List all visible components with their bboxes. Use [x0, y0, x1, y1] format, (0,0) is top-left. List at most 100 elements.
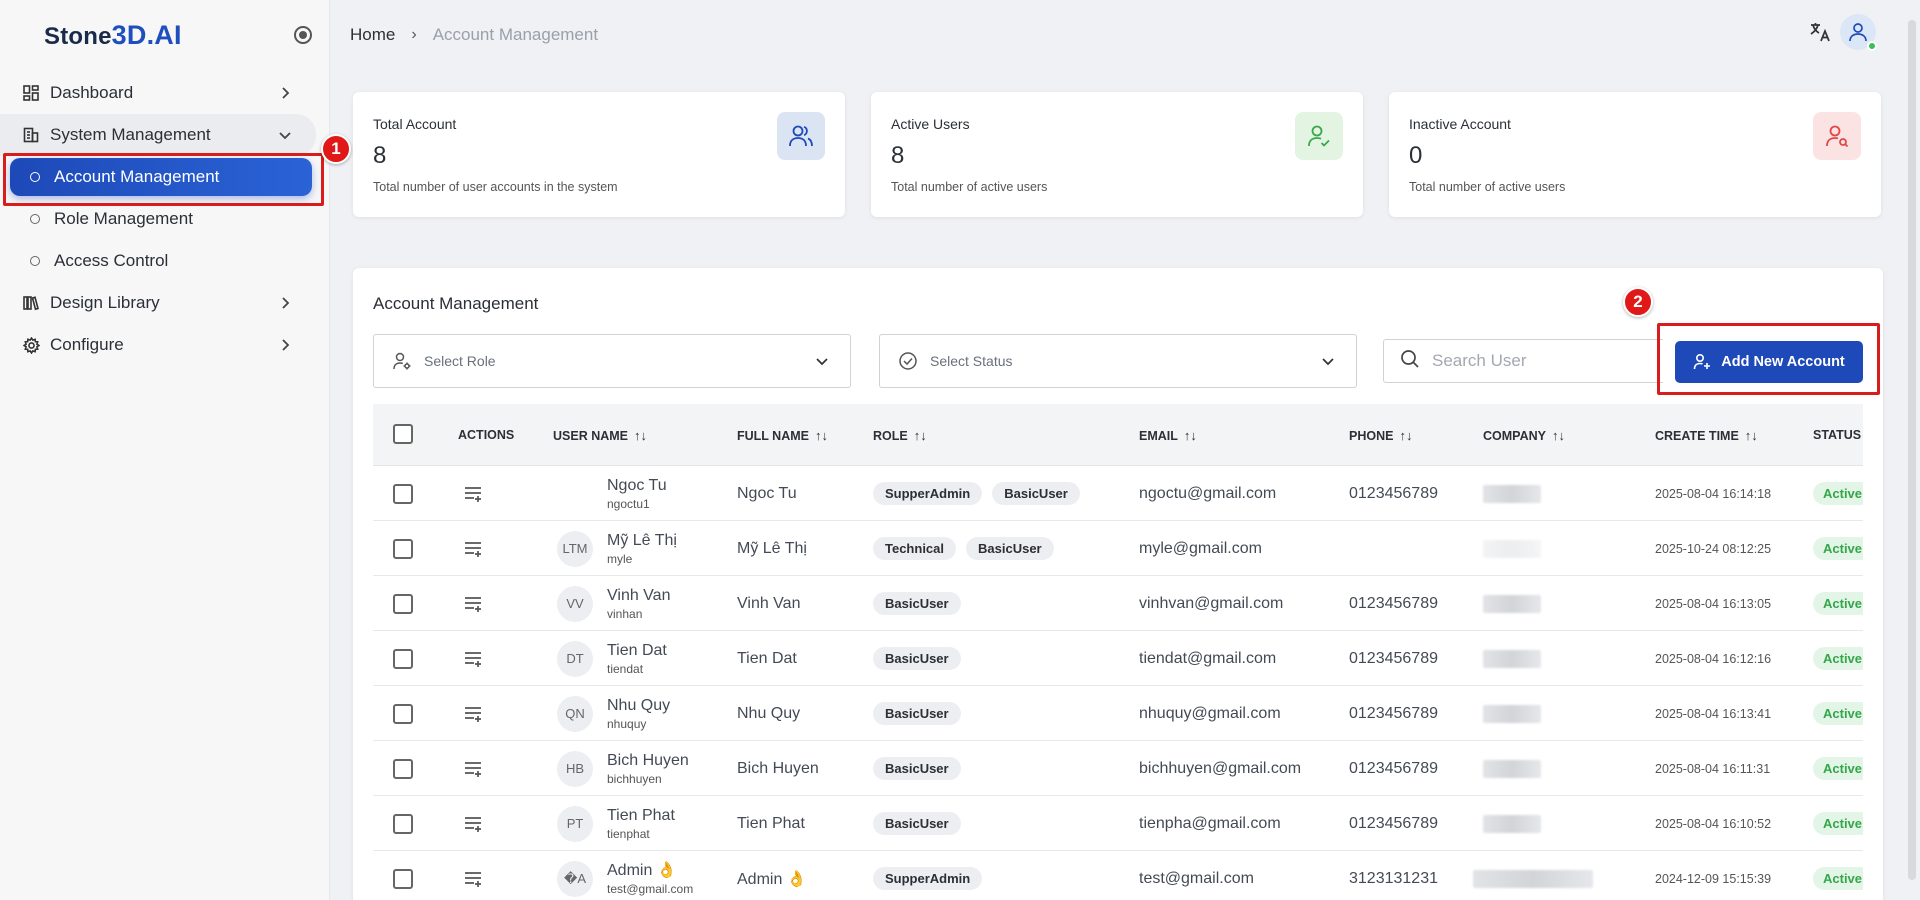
username: Vinh Van [607, 586, 671, 604]
user-avatar[interactable] [1840, 14, 1877, 51]
sidebar-item-design-library[interactable]: Design Library [0, 282, 330, 324]
avatar: �A [557, 851, 593, 900]
step-badge-2: 2 [1623, 287, 1653, 317]
sidebar-item-label: Configure [50, 335, 124, 354]
fullname: Mỹ Lê Thị [737, 539, 807, 557]
sidebar-item-role-management[interactable]: Role Management [0, 198, 330, 240]
sort-icon: ↑↓ [634, 428, 648, 443]
table-row[interactable]: LTM Mỹ Lê Thị myle Mỹ Lê Thị Technical Bas… [373, 521, 1863, 576]
phone: 0123456789 [1349, 594, 1438, 612]
sidebar-item-configure[interactable]: Configure [0, 324, 330, 366]
row-actions-icon[interactable] [463, 851, 485, 900]
table-row[interactable]: PT Tien Phat tienphat Tien Phat BasicUser… [373, 796, 1863, 851]
username: Ngoc Tu [607, 476, 667, 494]
page-scrollbar[interactable] [1908, 20, 1916, 880]
stat-title: Inactive Account [1409, 116, 1511, 132]
stat-description: Total number of active users [1409, 180, 1566, 194]
column-header-email[interactable]: EMAIL ↑↓ [1139, 428, 1197, 443]
create-time: 2025-08-04 16:13:41 [1655, 706, 1772, 721]
row-checkbox[interactable] [393, 813, 413, 834]
stat-description: Total number of active users [891, 180, 1048, 194]
company-redacted [1483, 484, 1541, 503]
email: vinhvan@gmail.com [1139, 594, 1284, 612]
email: tienpha@gmail.com [1139, 814, 1281, 832]
company-redacted [1483, 759, 1541, 778]
email: ngoctu@gmail.com [1139, 484, 1277, 502]
table-row[interactable]: QN Nhu Quy nhuquy Nhu Quy BasicUser nhuqu… [373, 686, 1863, 741]
sidebar-item-label: Account Management [54, 167, 220, 186]
search-input[interactable] [1432, 351, 1632, 371]
email: tiendat@gmail.com [1139, 649, 1277, 667]
column-header-username[interactable]: USER NAME ↑↓ [553, 428, 647, 443]
translate-icon[interactable] [1808, 20, 1834, 46]
table-row[interactable]: Ngoc Tu ngoctu1 Ngoc Tu SupperAdmin BasicU… [373, 466, 1863, 521]
phone: 3123131231 [1349, 869, 1438, 887]
column-header-role[interactable]: ROLE ↑↓ [873, 428, 927, 443]
row-actions-icon[interactable] [463, 741, 485, 796]
bullet-icon [30, 256, 40, 266]
username: Tien Dat [607, 641, 667, 659]
chevron-right-icon [276, 294, 294, 312]
search-box [1383, 339, 1663, 383]
select-all-checkbox[interactable] [393, 424, 413, 444]
stat-value: 8 [373, 142, 387, 169]
role-tag: BasicUser [873, 702, 961, 725]
row-checkbox[interactable] [393, 483, 413, 504]
add-new-account-button[interactable]: Add New Account [1675, 341, 1863, 383]
row-actions-icon[interactable] [463, 576, 485, 631]
column-header-company[interactable]: COMPANY ↑↓ [1483, 428, 1565, 443]
row-checkbox[interactable] [393, 703, 413, 724]
user-login: test@gmail.com [607, 881, 694, 896]
avatar: HB [557, 741, 593, 796]
sidebar-item-system-management[interactable]: System Management [0, 114, 316, 156]
row-checkbox[interactable] [393, 868, 413, 889]
phone: 0123456789 [1349, 484, 1438, 502]
table-row[interactable]: HB Bich Huyen bichhuyen Bich Huyen BasicU… [373, 741, 1863, 796]
sidebar-item-account-management[interactable]: Account Management [10, 158, 312, 196]
gear-icon [22, 336, 40, 354]
row-actions-icon[interactable] [463, 521, 485, 576]
row-checkbox[interactable] [393, 648, 413, 669]
chevron-down-icon [276, 126, 294, 144]
column-header-create-time[interactable]: CREATE TIME ↑↓ [1655, 428, 1758, 443]
select-role-dropdown[interactable]: Select Role [373, 334, 851, 388]
sidebar-item-access-control[interactable]: Access Control [0, 240, 330, 282]
breadcrumb-separator: › [411, 26, 417, 43]
panel-title: Account Management [373, 294, 539, 313]
select-status-dropdown[interactable]: Select Status [879, 334, 1357, 388]
account-management-panel: Account Management Select Role Select St… [353, 268, 1883, 900]
table-row[interactable]: VV Vinh Van vinhan Vinh Van BasicUser vin… [373, 576, 1863, 631]
sort-icon: ↑↓ [1399, 428, 1413, 443]
top-header: Home › Account Management [330, 0, 1920, 880]
column-header-fullname[interactable]: FULL NAME ↑↓ [737, 428, 828, 443]
logo[interactable]: Stone3D.AI [44, 20, 182, 51]
user-login: tienphat [607, 826, 650, 841]
email: nhuquy@gmail.com [1139, 704, 1281, 722]
sidebar-item-dashboard[interactable]: Dashboard [0, 72, 330, 114]
sidebar-toggle-icon[interactable] [294, 26, 312, 44]
sort-icon: ↑↓ [815, 428, 828, 443]
sort-icon: ↑↓ [1744, 428, 1758, 443]
sidebar-item-label: System Management [50, 125, 211, 144]
row-actions-icon[interactable] [463, 686, 485, 741]
table-row[interactable]: DT Tien Dat tiendat Tien Dat BasicUser ti… [373, 631, 1863, 686]
row-actions-icon[interactable] [463, 466, 485, 521]
row-checkbox[interactable] [393, 758, 413, 779]
role-tag: SupperAdmin [873, 482, 983, 505]
table-row[interactable]: �A Admin 👌 test@gmail.com Admin 👌 SupperA… [373, 851, 1863, 900]
row-checkbox[interactable] [393, 593, 413, 614]
row-actions-icon[interactable] [463, 796, 485, 851]
breadcrumb-home[interactable]: Home [350, 25, 395, 45]
stat-value: 8 [891, 142, 905, 169]
stat-description: Total number of user accounts in the sys… [373, 180, 618, 194]
email: test@gmail.com [1139, 869, 1254, 887]
row-checkbox[interactable] [393, 538, 413, 559]
create-time: 2025-08-04 16:10:52 [1655, 816, 1772, 831]
stat-value: 0 [1409, 142, 1423, 169]
column-header-phone[interactable]: PHONE ↑↓ [1349, 428, 1412, 443]
row-actions-icon[interactable] [463, 631, 485, 686]
company-redacted [1483, 704, 1541, 723]
stat-title: Total Account [373, 116, 457, 132]
create-time: 2025-08-04 16:12:16 [1655, 651, 1772, 666]
user-search-icon [1813, 112, 1861, 160]
